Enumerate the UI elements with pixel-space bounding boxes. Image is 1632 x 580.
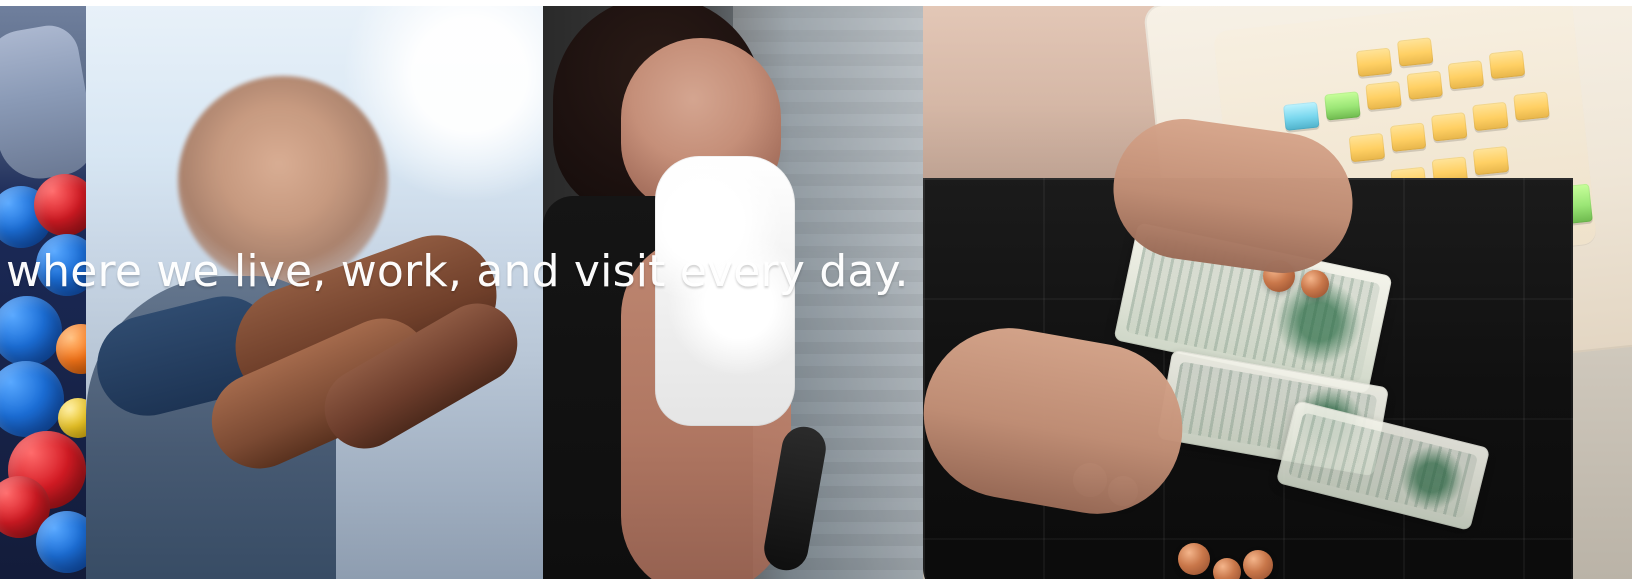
register-key (1430, 112, 1468, 142)
register-key (1472, 145, 1510, 176)
register-key (1324, 91, 1361, 121)
coin (1213, 558, 1241, 579)
ball (0, 296, 62, 366)
coin (1243, 550, 1273, 579)
ball (58, 398, 86, 438)
register-key (1365, 80, 1402, 111)
banner-caption: where we live, work, and visit every day… (6, 246, 909, 297)
image-banner: where we live, work, and visit every day… (0, 0, 1632, 580)
register-key (1396, 37, 1434, 67)
register-key (1389, 122, 1427, 152)
coin (1301, 270, 1329, 298)
top-white-strip (0, 0, 1632, 6)
coin (1178, 543, 1210, 575)
register-key (1348, 132, 1386, 163)
register-key (1472, 101, 1509, 132)
ball (0, 361, 64, 437)
register-key (1283, 101, 1320, 131)
ball (36, 511, 86, 573)
register-key (1513, 91, 1550, 121)
register-key (1488, 49, 1526, 80)
cash-register-photo (923, 6, 1632, 579)
register-key (1406, 70, 1443, 100)
glove-shape (0, 20, 86, 186)
register-key (1447, 60, 1485, 90)
register-key (1355, 47, 1393, 78)
